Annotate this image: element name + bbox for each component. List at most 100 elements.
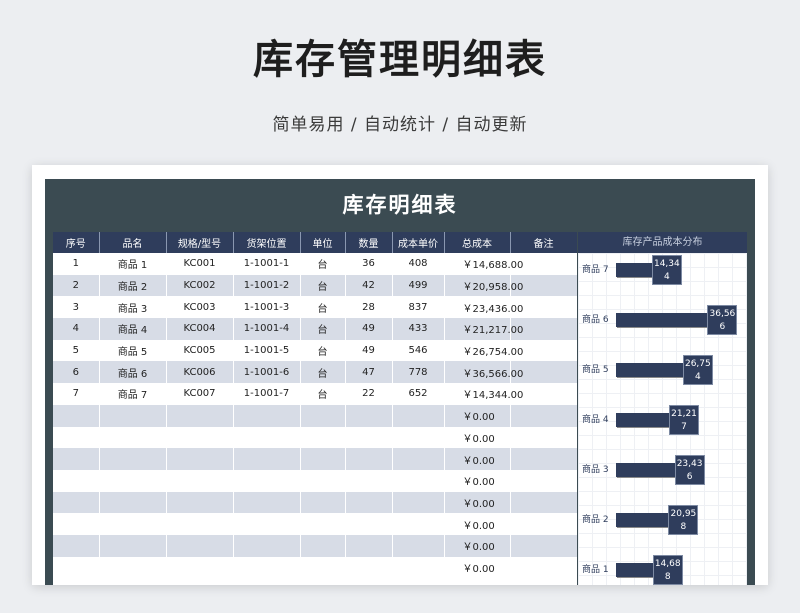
table-cell[interactable]: 商品 6: [99, 361, 167, 384]
table-cell[interactable]: 台: [300, 296, 346, 319]
table-cell[interactable]: ￥21,217.00: [444, 318, 523, 340]
table-cell[interactable]: [53, 448, 100, 470]
table-cell[interactable]: KC006: [166, 361, 234, 384]
table-cell[interactable]: [233, 469, 301, 492]
table-cell[interactable]: 台: [300, 318, 346, 340]
table-cell[interactable]: 商品 2: [99, 274, 167, 297]
table-cell[interactable]: [233, 513, 301, 535]
table-cell[interactable]: [510, 491, 577, 514]
column-header[interactable]: 数量: [345, 232, 393, 253]
table-cell[interactable]: 1: [53, 253, 100, 275]
table-cell[interactable]: [99, 448, 167, 470]
table-cell[interactable]: [300, 404, 346, 427]
table-cell[interactable]: 546: [392, 339, 445, 362]
table-cell[interactable]: 台: [300, 361, 346, 384]
table-cell[interactable]: 49: [345, 318, 393, 340]
table-cell[interactable]: ￥26,754.00: [444, 339, 523, 362]
table-cell[interactable]: 台: [300, 339, 346, 362]
table-cell[interactable]: [345, 513, 393, 535]
table-cell[interactable]: [392, 556, 445, 579]
table-cell[interactable]: [53, 534, 100, 557]
column-header[interactable]: 序号: [53, 232, 100, 253]
table-cell[interactable]: KC003: [166, 296, 234, 319]
table-cell[interactable]: [166, 426, 234, 449]
table-cell[interactable]: [233, 448, 301, 470]
column-header[interactable]: 品名: [99, 232, 167, 253]
table-cell[interactable]: 778: [392, 361, 445, 384]
table-cell[interactable]: 商品 4: [99, 318, 167, 340]
table-cell[interactable]: [300, 534, 346, 557]
table-cell[interactable]: 1-1001-6: [233, 361, 301, 384]
table-cell[interactable]: 商品 7: [99, 383, 167, 405]
table-cell[interactable]: ￥0.00: [444, 513, 511, 535]
table-cell[interactable]: [53, 404, 100, 427]
table-cell[interactable]: [300, 448, 346, 470]
column-header[interactable]: 货架位置: [233, 232, 301, 253]
table-cell[interactable]: [53, 426, 100, 449]
table-cell[interactable]: [345, 448, 393, 470]
table-cell[interactable]: [392, 513, 445, 535]
table-cell[interactable]: ￥20,958.00: [444, 274, 523, 297]
table-cell[interactable]: 49: [345, 339, 393, 362]
table-cell[interactable]: 商品 5: [99, 339, 167, 362]
table-cell[interactable]: 22: [345, 383, 393, 405]
column-header[interactable]: 单位: [300, 232, 346, 253]
table-cell[interactable]: [392, 534, 445, 557]
table-cell[interactable]: [99, 404, 167, 427]
table-cell[interactable]: [166, 448, 234, 470]
table-cell[interactable]: [510, 469, 577, 492]
table-cell[interactable]: [392, 491, 445, 514]
table-cell[interactable]: 4: [53, 318, 100, 340]
table-cell[interactable]: 台: [300, 274, 346, 297]
table-cell[interactable]: [99, 491, 167, 514]
table-cell[interactable]: [345, 556, 393, 579]
table-cell[interactable]: 499: [392, 274, 445, 297]
table-cell[interactable]: 5: [53, 339, 100, 362]
column-header[interactable]: 成本单价: [392, 232, 445, 253]
table-cell[interactable]: 台: [300, 383, 346, 405]
table-cell[interactable]: [510, 448, 577, 470]
table-cell[interactable]: [345, 426, 393, 449]
table-cell[interactable]: [166, 513, 234, 535]
table-cell[interactable]: 7: [53, 383, 100, 405]
table-cell[interactable]: 1-1001-3: [233, 296, 301, 319]
table-cell[interactable]: [166, 404, 234, 427]
table-cell[interactable]: 1-1001-5: [233, 339, 301, 362]
table-cell[interactable]: [166, 469, 234, 492]
table-cell[interactable]: [53, 491, 100, 514]
table-cell[interactable]: [53, 556, 100, 579]
table-cell[interactable]: [99, 534, 167, 557]
table-cell[interactable]: [233, 491, 301, 514]
table-cell[interactable]: [345, 534, 393, 557]
table-cell[interactable]: [300, 556, 346, 579]
table-cell[interactable]: [300, 513, 346, 535]
table-cell[interactable]: [510, 513, 577, 535]
table-cell[interactable]: 台: [300, 253, 346, 275]
table-cell[interactable]: 6: [53, 361, 100, 384]
table-cell[interactable]: 433: [392, 318, 445, 340]
table-cell[interactable]: [99, 556, 167, 579]
table-cell[interactable]: 47: [345, 361, 393, 384]
table-cell[interactable]: ￥0.00: [444, 534, 511, 557]
table-cell[interactable]: [345, 469, 393, 492]
table-cell[interactable]: 2: [53, 274, 100, 297]
table-cell[interactable]: 36: [345, 253, 393, 275]
table-cell[interactable]: [392, 426, 445, 449]
table-cell[interactable]: ￥14,688.00: [444, 253, 523, 275]
table-cell[interactable]: 1-1001-2: [233, 274, 301, 297]
table-cell[interactable]: KC004: [166, 318, 234, 340]
table-cell[interactable]: 1-1001-1: [233, 253, 301, 275]
table-cell[interactable]: KC001: [166, 253, 234, 275]
table-cell[interactable]: [166, 534, 234, 557]
table-cell[interactable]: ￥36,566.00: [444, 361, 523, 384]
table-cell[interactable]: KC002: [166, 274, 234, 297]
column-header[interactable]: 总成本: [444, 232, 511, 253]
table-cell[interactable]: [392, 448, 445, 470]
table-cell[interactable]: ￥0.00: [444, 469, 511, 492]
table-cell[interactable]: 1-1001-4: [233, 318, 301, 340]
table-cell[interactable]: 商品 3: [99, 296, 167, 319]
table-cell[interactable]: ￥0.00: [444, 404, 511, 427]
table-cell[interactable]: [510, 534, 577, 557]
table-cell[interactable]: 42: [345, 274, 393, 297]
table-cell[interactable]: [510, 556, 577, 579]
